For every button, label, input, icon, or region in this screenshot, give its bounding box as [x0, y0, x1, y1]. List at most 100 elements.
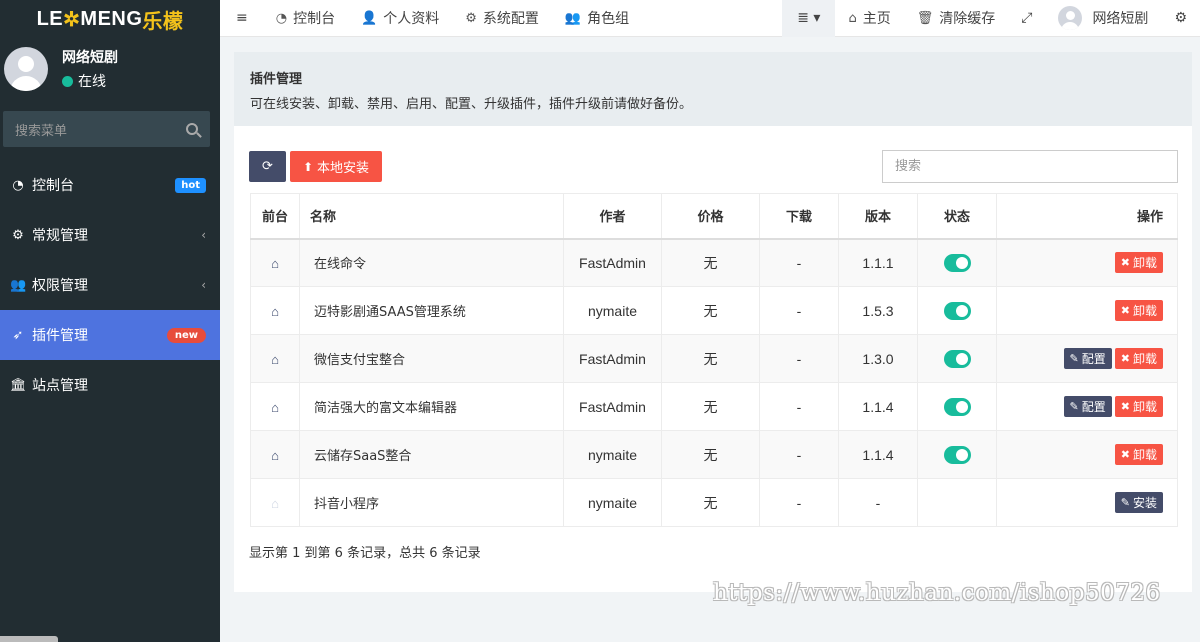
- status-toggle[interactable]: [943, 445, 971, 464]
- status-cell: [917, 478, 997, 527]
- home-icon[interactable]: ⌂: [271, 304, 279, 319]
- status-toggle[interactable]: [943, 349, 971, 368]
- sidebar-item-0[interactable]: ◔ 控制台 hot: [0, 160, 220, 210]
- toolbar: ⟳ ⬆ 本地安装: [249, 151, 382, 182]
- install-button[interactable]: ✎ 安装: [1114, 492, 1163, 513]
- nav-dropdown-button[interactable]: ≣ ▾: [782, 0, 836, 37]
- logo-text-cn: 乐檬: [142, 10, 184, 33]
- home-link[interactable]: ⌂ 主页: [835, 0, 903, 37]
- column-header[interactable]: 作者: [563, 193, 662, 240]
- list-dropdown-icon: ≣ ▾: [797, 10, 821, 26]
- close-icon: ✖: [1120, 448, 1130, 461]
- uninstall-button[interactable]: ✖ 卸载: [1114, 348, 1163, 369]
- logo[interactable]: LE ✲ MENG 乐檬: [0, 0, 220, 38]
- sidebar-item-4[interactable]: 🏛 站点管理: [0, 360, 220, 410]
- column-header[interactable]: 价格: [661, 193, 760, 240]
- plugin-author[interactable]: nymaite: [563, 478, 662, 527]
- panel-heading: 插件管理 可在线安装、卸载、禁用、启用、配置、升级插件，插件升级前请做好备份。: [234, 52, 1192, 126]
- table-row: ⌂ 抖音小程序 nymaite 无 - - ✎ 安装: [250, 478, 1178, 527]
- cogs-icon: ⚙: [12, 227, 24, 243]
- plugin-panel: 插件管理 可在线安装、卸载、禁用、启用、配置、升级插件，插件升级前请做好备份。 …: [234, 52, 1192, 592]
- sidebar-item-3[interactable]: ➶ 插件管理 new: [0, 310, 220, 360]
- plugin-price: 无: [661, 286, 760, 335]
- chevron-left-icon: ‹: [201, 228, 206, 242]
- home-icon[interactable]: ⌂: [271, 448, 279, 463]
- pencil-icon: ✎: [1069, 352, 1079, 365]
- panel-title: 插件管理: [250, 72, 303, 87]
- users-icon: 👥: [564, 10, 582, 26]
- column-header[interactable]: 操作: [996, 193, 1178, 240]
- table-row: ⌂ 迈特影剧通SAAS管理系统 nymaite 无 -1.5.3 ✖ 卸载: [250, 286, 1178, 335]
- plugin-downloads: -: [759, 238, 839, 287]
- plugin-name: 云储存SaaS整合: [299, 430, 564, 479]
- refresh-button[interactable]: ⟳: [249, 151, 286, 182]
- plugin-author[interactable]: nymaite: [563, 286, 662, 335]
- status-cell: [917, 430, 997, 479]
- home-link-label: 主页: [862, 11, 891, 27]
- top-tab-2[interactable]: ⚙ 系统配置: [452, 0, 552, 37]
- plugin-downloads: -: [759, 382, 839, 431]
- sidebar-toggle-button[interactable]: ≡: [220, 0, 263, 37]
- home-icon[interactable]: ⌂: [271, 400, 279, 415]
- uninstall-button[interactable]: ✖ 卸载: [1114, 300, 1163, 321]
- actions-cell: ✖ 卸载: [996, 430, 1178, 479]
- actions-cell: ✖ 卸载: [996, 286, 1178, 335]
- clear-cache-button[interactable]: 🗑 清除缓存: [904, 0, 1009, 37]
- sidebar-item-1[interactable]: ⚙ 常规管理 ‹: [0, 210, 220, 260]
- actions-cell: ✖ 卸载: [996, 238, 1178, 287]
- status-toggle[interactable]: [943, 397, 971, 416]
- frontend-cell: ⌂: [250, 382, 300, 431]
- plugin-author[interactable]: nymaite: [563, 430, 662, 479]
- user-status-text: 在线: [78, 74, 106, 90]
- top-tab-1[interactable]: 👤 个人资料: [348, 0, 452, 37]
- watermark: https://www.huzhan.com/ishop50726: [713, 580, 1161, 606]
- search-icon[interactable]: [186, 123, 198, 135]
- config-button[interactable]: ✎ 配置: [1063, 348, 1112, 369]
- fullscreen-button[interactable]: ⤢: [1008, 0, 1045, 37]
- table-row: ⌂ 简洁强大的富文本编辑器 FastAdmin 无 -1.1.4 ✎ 配置 ✖ 卸载: [250, 382, 1178, 431]
- config-button[interactable]: ✎ 配置: [1063, 396, 1112, 417]
- clear-cache-label: 清除缓存: [939, 11, 996, 27]
- plugin-author[interactable]: FastAdmin: [563, 334, 662, 383]
- plugin-author[interactable]: FastAdmin: [563, 238, 662, 287]
- sidebar-scrollbar[interactable]: [0, 636, 58, 642]
- column-header[interactable]: 版本: [838, 193, 918, 240]
- dashboard-icon: ◔: [275, 10, 288, 26]
- close-icon: ✖: [1120, 256, 1130, 270]
- home-icon: ⌂: [848, 10, 857, 26]
- table-row: ⌂ 云储存SaaS整合 nymaite 无 -1.1.4 ✖ 卸载: [250, 430, 1178, 479]
- logo-mark: ✲: [63, 8, 81, 31]
- user-menu-name: 网络短剧: [1092, 11, 1149, 27]
- plugin-downloads: -: [759, 478, 839, 527]
- column-header[interactable]: 名称: [299, 193, 564, 240]
- user-status: 在线: [62, 71, 118, 91]
- column-header[interactable]: 状态: [917, 193, 997, 240]
- sidebar-item-2[interactable]: 👥 权限管理 ‹: [0, 260, 220, 310]
- action-label: 卸载: [1132, 352, 1157, 366]
- actions-cell: ✎ 配置 ✖ 卸载: [996, 334, 1178, 383]
- uninstall-button[interactable]: ✖ 卸载: [1114, 252, 1163, 274]
- top-tab-3[interactable]: 👥 角色组: [552, 0, 642, 37]
- user-menu[interactable]: 网络短剧: [1045, 0, 1161, 37]
- search-input[interactable]: [882, 150, 1178, 183]
- actions-cell: ✎ 配置 ✖ 卸载: [996, 382, 1178, 431]
- sidebar-item-label: 权限管理: [32, 278, 88, 294]
- pencil-icon: ✎: [1120, 496, 1130, 509]
- column-header[interactable]: 下载: [759, 193, 839, 240]
- home-icon[interactable]: ⌂: [271, 352, 279, 367]
- user-icon: 👤: [361, 10, 378, 26]
- plugin-author[interactable]: FastAdmin: [563, 382, 662, 431]
- sidebar-search-input[interactable]: 搜索菜单: [3, 111, 210, 147]
- home-icon[interactable]: ⌂: [271, 256, 279, 271]
- plugin-downloads: -: [759, 334, 839, 383]
- status-toggle[interactable]: [943, 301, 971, 320]
- uninstall-button[interactable]: ✖ 卸载: [1114, 396, 1163, 417]
- top-tab-0[interactable]: ◔ 控制台: [263, 0, 348, 37]
- actions-cell: ✎ 安装: [996, 478, 1178, 527]
- column-header[interactable]: 前台: [250, 193, 300, 240]
- local-install-button[interactable]: ⬆ 本地安装: [290, 151, 382, 182]
- avatar: [4, 47, 48, 91]
- status-toggle[interactable]: [943, 253, 971, 272]
- settings-button[interactable]: ⚙: [1161, 0, 1200, 37]
- uninstall-button[interactable]: ✖ 卸载: [1114, 444, 1163, 465]
